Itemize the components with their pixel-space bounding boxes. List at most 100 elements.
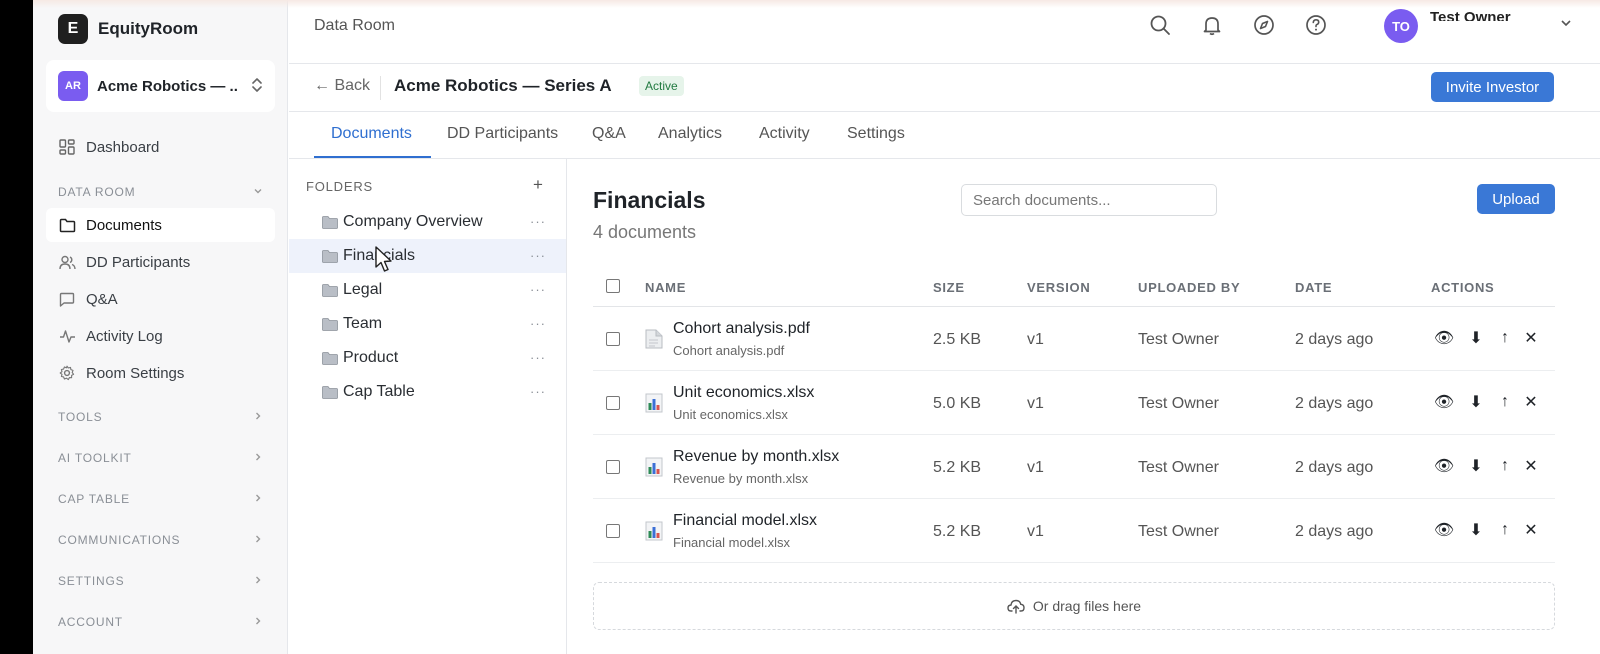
file-size: 5.2 KB — [933, 523, 982, 540]
more-options-icon[interactable]: ··· — [530, 350, 546, 365]
uploaded-by: Test Owner — [1138, 331, 1219, 348]
bell-icon[interactable] — [1201, 14, 1223, 36]
delete-icon[interactable]: ✕ — [1522, 457, 1540, 475]
folder-item-selected[interactable]: Financials ··· — [289, 239, 566, 273]
pdf-file-icon — [645, 329, 663, 349]
view-icon[interactable]: 👁 — [1434, 457, 1454, 475]
upload-version-icon[interactable]: ↑ — [1496, 457, 1514, 475]
user-avatar[interactable]: TO — [1384, 9, 1418, 43]
section-ai-toolkit[interactable]: AI TOOLKIT — [58, 450, 263, 465]
table-row[interactable]: Cohort analysis.pdf Cohort analysis.pdf … — [593, 307, 1555, 371]
file-name[interactable]: Cohort analysis.pdf — [673, 320, 810, 338]
back-button[interactable]: ← Back — [314, 77, 370, 95]
org-switcher[interactable]: AR Acme Robotics — ... — [46, 60, 275, 112]
download-icon[interactable]: ⬇ — [1467, 457, 1485, 475]
sidebar: E EquityRoom AR Acme Robotics — ... Dash… — [33, 0, 288, 654]
upload-date: 2 days ago — [1295, 459, 1374, 476]
section-account[interactable]: ACCOUNT — [58, 614, 263, 629]
section-data-room[interactable]: DATA ROOM — [58, 184, 263, 199]
invite-investor-button[interactable]: Invite Investor — [1431, 72, 1554, 102]
search-input[interactable] — [961, 184, 1217, 216]
table-row[interactable]: Revenue by month.xlsx Revenue by month.x… — [593, 435, 1555, 499]
row-checkbox[interactable] — [606, 332, 620, 346]
drop-zone-label: Or drag files here — [1032, 598, 1142, 614]
folder-item[interactable]: Legal ··· — [289, 273, 566, 307]
folder-item[interactable]: Cap Table ··· — [289, 375, 566, 409]
tab-activity[interactable]: Activity — [759, 125, 810, 143]
switch-org-icon — [251, 76, 263, 95]
section-cap-table[interactable]: CAP TABLE — [58, 491, 263, 506]
upload-date: 2 days ago — [1295, 523, 1374, 540]
delete-icon[interactable]: ✕ — [1522, 329, 1540, 347]
sidebar-item-activity-log[interactable]: Activity Log — [46, 319, 275, 353]
download-icon[interactable]: ⬇ — [1467, 521, 1485, 539]
folder-item[interactable]: Team ··· — [289, 307, 566, 341]
sidebar-item-dd-participants[interactable]: DD Participants — [46, 245, 275, 279]
folder-item[interactable]: Product ··· — [289, 341, 566, 375]
upload-version-icon[interactable]: ↑ — [1496, 393, 1514, 411]
more-options-icon[interactable]: ··· — [530, 282, 546, 297]
spreadsheet-icon — [645, 521, 663, 541]
help-icon[interactable] — [1305, 14, 1327, 36]
view-icon[interactable]: 👁 — [1434, 521, 1454, 539]
more-options-icon[interactable]: ··· — [530, 248, 546, 263]
download-icon[interactable]: ⬇ — [1467, 393, 1485, 411]
more-options-icon[interactable]: ··· — [530, 384, 546, 399]
search-icon[interactable] — [1149, 14, 1171, 36]
table-row[interactable]: Financial model.xlsx Financial model.xls… — [593, 499, 1555, 563]
file-version: v1 — [1027, 395, 1044, 412]
drop-zone[interactable]: Or drag files here — [593, 582, 1555, 630]
tab-qa[interactable]: Q&A — [592, 125, 626, 143]
user-name[interactable]: Test Owner — [1430, 9, 1511, 21]
breadcrumb: Data Room — [314, 17, 395, 34]
section-settings[interactable]: SETTINGS — [58, 573, 263, 588]
more-options-icon[interactable]: ··· — [530, 214, 546, 229]
view-icon[interactable]: 👁 — [1434, 393, 1454, 411]
chevron-down-icon[interactable] — [1559, 16, 1573, 35]
column-header[interactable]: UPLOADED BY — [1138, 280, 1240, 295]
delete-icon[interactable]: ✕ — [1522, 393, 1540, 411]
tab-settings[interactable]: Settings — [847, 125, 905, 143]
section-communications[interactable]: COMMUNICATIONS — [58, 532, 263, 547]
top-header: Data Room TO Test Owner — [289, 0, 1600, 64]
column-header[interactable]: NAME — [645, 280, 686, 295]
cloud-upload-icon — [1007, 599, 1025, 614]
upload-version-icon[interactable]: ↑ — [1496, 329, 1514, 347]
tab-dd-participants[interactable]: DD Participants — [447, 125, 558, 143]
section-tools[interactable]: TOOLS — [58, 409, 263, 424]
download-icon[interactable]: ⬇ — [1467, 329, 1485, 347]
column-header[interactable]: SIZE — [933, 280, 965, 295]
upload-date: 2 days ago — [1295, 395, 1374, 412]
folders-heading: FOLDERS — [306, 179, 374, 194]
brand[interactable]: E EquityRoom — [58, 14, 198, 44]
sidebar-item-documents[interactable]: Documents — [46, 208, 275, 242]
upload-version-icon[interactable]: ↑ — [1496, 521, 1514, 539]
delete-icon[interactable]: ✕ — [1522, 521, 1540, 539]
upload-button[interactable]: Upload — [1477, 184, 1555, 214]
column-header[interactable]: VERSION — [1027, 280, 1090, 295]
tab-bar: Documents DD Participants Q&A Analytics … — [289, 112, 1600, 159]
select-all-checkbox[interactable] — [606, 279, 620, 293]
table-row[interactable]: Unit economics.xlsx Unit economics.xlsx … — [593, 371, 1555, 435]
file-name[interactable]: Revenue by month.xlsx — [673, 448, 839, 466]
row-checkbox[interactable] — [606, 396, 620, 410]
add-folder-button[interactable]: + — [533, 175, 543, 195]
more-options-icon[interactable]: ··· — [530, 316, 546, 331]
view-icon[interactable]: 👁 — [1434, 329, 1454, 347]
row-checkbox[interactable] — [606, 460, 620, 474]
section-label: COMMUNICATIONS — [58, 532, 181, 547]
chevron-right-icon — [253, 573, 263, 588]
tab-analytics[interactable]: Analytics — [658, 125, 722, 143]
folder-label: Legal — [343, 281, 383, 298]
tab-documents[interactable]: Documents — [331, 125, 412, 143]
sidebar-item-room-settings[interactable]: Room Settings — [46, 356, 275, 390]
row-checkbox[interactable] — [606, 524, 620, 538]
file-name[interactable]: Financial model.xlsx — [673, 512, 817, 530]
compass-icon[interactable] — [1253, 14, 1275, 36]
uploaded-by: Test Owner — [1138, 523, 1219, 540]
uploaded-by: Test Owner — [1138, 459, 1219, 476]
folder-item[interactable]: Company Overview ··· — [289, 205, 566, 239]
sidebar-item-qa[interactable]: Q&A — [46, 282, 275, 316]
file-name[interactable]: Unit economics.xlsx — [673, 384, 814, 402]
sidebar-item-dashboard[interactable]: Dashboard — [46, 130, 275, 164]
